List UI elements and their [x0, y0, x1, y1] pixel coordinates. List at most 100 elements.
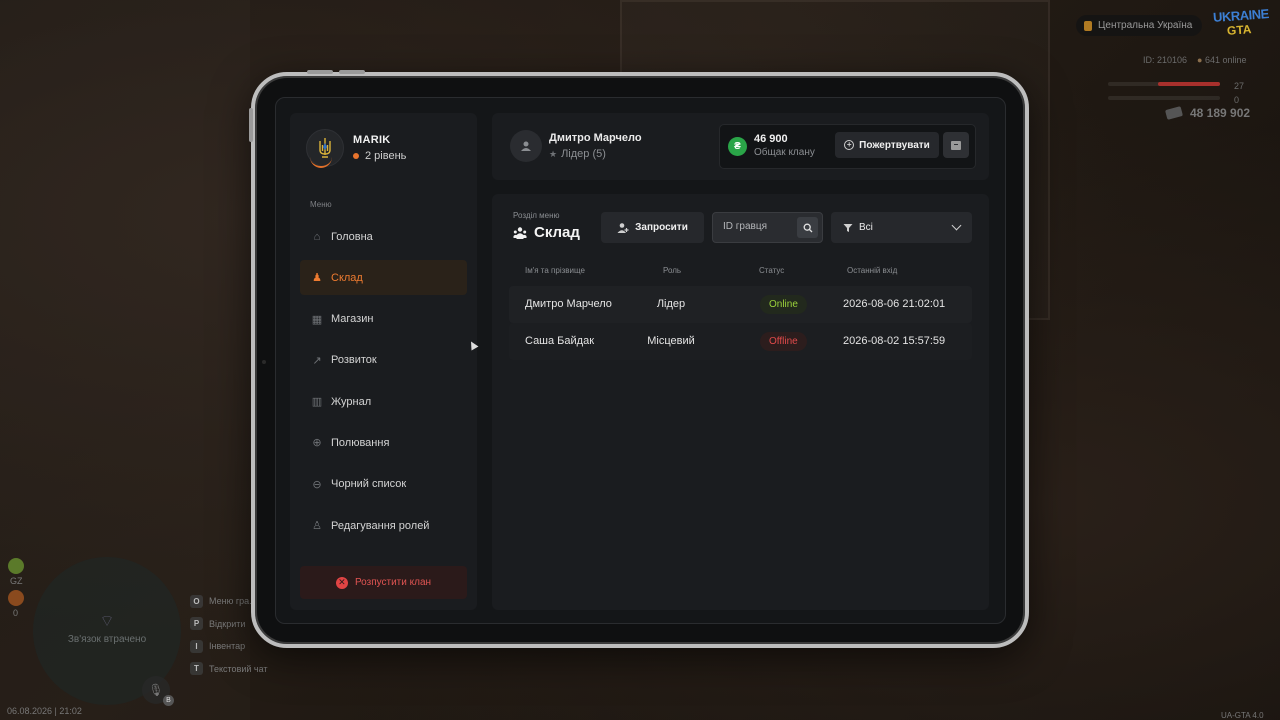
sidebar-item-6[interactable]: ⊖ Чорний список — [300, 467, 467, 502]
section-label: Розділ меню — [513, 211, 560, 220]
treasury-amount: 46 900 — [754, 133, 788, 145]
keybind-label: Текстовий чат — [209, 663, 268, 674]
table-row[interactable]: Дмитро Марчело Лідер Online 2026-08-06 2… — [509, 286, 972, 323]
blocked-icon: ⊖ — [312, 478, 322, 491]
member-name: Дмитро Марчело — [525, 298, 612, 310]
minimap-status: Зв'язок втрачено — [67, 634, 147, 645]
status-badge: Offline — [760, 332, 807, 351]
health-value: 27 — [1234, 81, 1245, 91]
search-button[interactable] — [797, 217, 818, 238]
sidebar-item-4[interactable]: ▥ Журнал — [300, 384, 467, 419]
status-filter-select[interactable]: Всі — [831, 212, 972, 243]
invite-button[interactable]: Запросити — [601, 212, 704, 243]
player-id-input[interactable] — [723, 221, 793, 232]
server-logo-line2: GTA — [1226, 22, 1252, 38]
filter-icon — [843, 223, 853, 232]
armor-bar — [1108, 96, 1220, 100]
page-title: Склад — [513, 224, 580, 241]
search-icon — [803, 223, 812, 232]
box-icon — [951, 140, 961, 150]
keybind-label: Відкрити — [209, 618, 246, 629]
key-cap: T — [190, 662, 203, 676]
hud-region-label: Центральна Україна — [1098, 20, 1193, 31]
clan-header: Дмитро Марчело ★ Лідер (5) ₴ 46 900 Обща… — [492, 113, 989, 180]
leader-role-label: Лідер (5) — [561, 148, 606, 160]
hud-player-id: ID: 210106 — [1143, 55, 1188, 65]
sidebar-item-1[interactable]: ♟ Склад — [300, 260, 467, 296]
tablet-button-side — [249, 108, 253, 142]
mic-badge: B — [163, 695, 174, 706]
keybind-label: Інвентар — [209, 641, 246, 652]
user-icon — [521, 141, 531, 151]
keybind-hint: T Текстовий чат — [190, 658, 268, 681]
status-badge: Online — [760, 295, 807, 314]
profile-level: 2 рівень — [353, 150, 406, 162]
sidebar-item-2[interactable]: ▦ Магазин — [300, 302, 467, 337]
add-user-icon — [617, 222, 629, 233]
home-icon: ⌂ — [313, 230, 321, 243]
leader-info: Дмитро Марчело ★ Лідер (5) — [549, 132, 642, 160]
book-icon: ▥ — [311, 396, 323, 409]
chart-icon: ↗ — [312, 354, 322, 367]
page-title-label: Склад — [534, 224, 580, 241]
column-header-status: Статус — [759, 266, 785, 275]
sidebar-item-5[interactable]: ⊕ Полювання — [300, 425, 467, 460]
avatar — [306, 129, 344, 168]
hud-money-value: 48 189 902 — [1190, 106, 1251, 120]
health-bar — [1108, 82, 1220, 86]
sidebar-item-3[interactable]: ↗ Розвиток — [300, 343, 467, 378]
dissolve-clan-label: Розпустити клан — [354, 577, 432, 588]
key-cap: O — [190, 594, 203, 608]
shop-icon: ▦ — [311, 313, 323, 326]
sidebar-item-label: Чорний список — [331, 478, 407, 491]
filter-value: Всі — [859, 222, 873, 233]
members-icon — [513, 226, 527, 239]
sidebar-menu: ⌂ Головна ♟ Склад ▦ Магазин ↗ Розвиток ▥ Журнал ⊕ П… — [300, 219, 467, 549]
table-row[interactable]: Саша Байдак Місцевий Offline 2026-08-02 … — [509, 323, 972, 360]
donate-label: Пожертвувати — [859, 139, 930, 151]
chevron-down-icon — [951, 220, 962, 231]
hud-left-indicators: GZ 0 — [8, 558, 24, 618]
sidebar-item-label: Журнал — [331, 395, 372, 408]
hud-online-label: 641 online — [1205, 55, 1247, 65]
user-edit-icon: ♙ — [312, 520, 322, 533]
hud-online-count: ● 641 online — [1197, 55, 1247, 65]
leader-role: ★ Лідер (5) — [549, 148, 642, 160]
trident-icon — [319, 138, 331, 158]
clan-treasury: ₴ 46 900 Общак клану + Пожертвувати — [719, 124, 976, 169]
sidebar: MARIK 2 рівень Меню ⌂ Головна ♟ Склад ▦ Магаз… — [290, 113, 477, 610]
sidebar-item-label: Редагування ролей — [331, 519, 430, 532]
player-id-search — [712, 212, 823, 243]
column-header-last-login: Останній вхід — [847, 266, 898, 275]
gz-icon — [8, 558, 24, 574]
key-cap: I — [190, 639, 203, 653]
mic-icon: 🎙 B — [142, 676, 174, 706]
treasury-label: Общак клану — [754, 147, 815, 158]
armor-value: 0 — [1234, 95, 1240, 105]
tablet-device: MARIK 2 рівень Меню ⌂ Головна ♟ Склад ▦ Магаз… — [249, 70, 1029, 648]
wanted-icon — [8, 590, 24, 606]
storage-box-button[interactable] — [943, 132, 969, 158]
leader-avatar — [510, 130, 542, 162]
tablet-button-top — [307, 70, 333, 74]
health-bar-fill — [1158, 82, 1220, 86]
member-role: Лідер — [656, 298, 686, 310]
no-signal-icon: ⌔ — [99, 613, 115, 630]
sidebar-item-0[interactable]: ⌂ Головна — [300, 219, 467, 254]
leader-name: Дмитро Марчело — [549, 132, 642, 144]
wanted-value: 0 — [13, 608, 19, 618]
profile-level-label: 2 рівень — [365, 150, 407, 162]
sidebar-item-7[interactable]: ♙ Редагування ролей — [300, 508, 467, 543]
hryvnia-coin-icon: ₴ — [728, 137, 747, 156]
sidebar-item-label: Склад — [331, 271, 363, 284]
server-logo: UKRAINE GTA — [1213, 6, 1273, 40]
donate-button[interactable]: + Пожертвувати — [835, 132, 939, 158]
tablet-button-top — [339, 70, 365, 74]
tablet-screen: MARIK 2 рівень Меню ⌂ Головна ♟ Склад ▦ Магаз… — [275, 97, 1006, 624]
gz-label: GZ — [10, 576, 23, 586]
invite-label: Запросити — [635, 222, 688, 233]
crosshair-icon: ⊕ — [312, 437, 322, 450]
member-last-login: 2026-08-06 21:02:01 — [843, 298, 946, 310]
dissolve-clan-button[interactable]: ✕ Розпустити клан — [300, 566, 467, 599]
member-last-login: 2026-08-02 15:57:59 — [843, 335, 946, 347]
